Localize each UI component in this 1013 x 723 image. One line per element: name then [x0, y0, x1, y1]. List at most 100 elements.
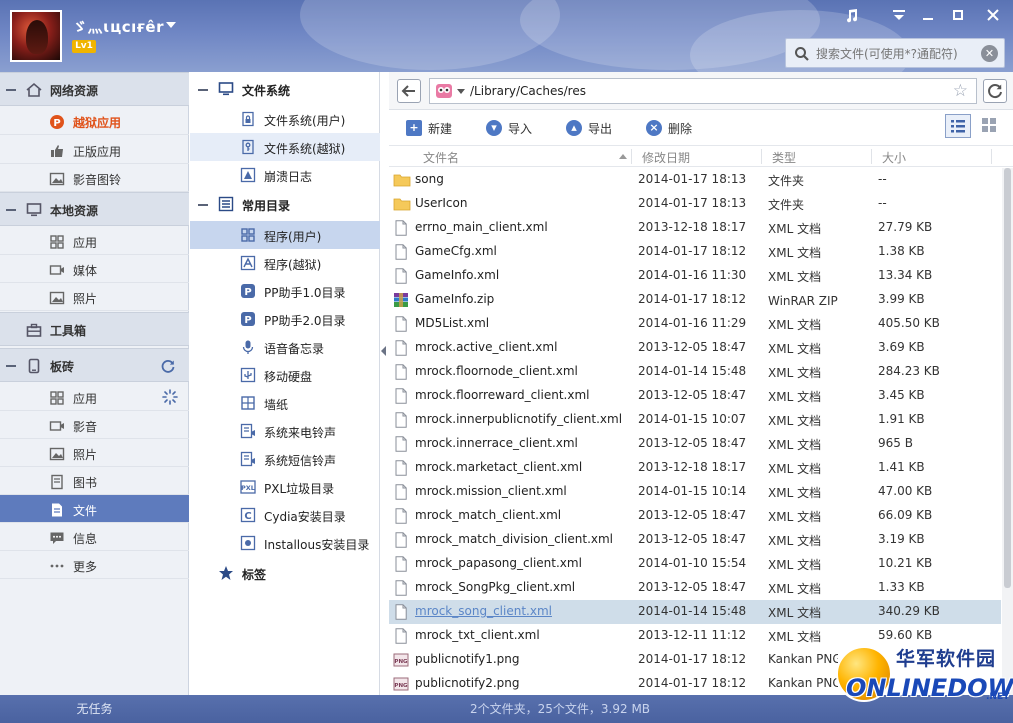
nav-section-network[interactable]: 网络资源: [0, 72, 189, 106]
tree-item-installous-dir[interactable]: Installous安装目录: [190, 529, 380, 557]
path-field[interactable]: /Library/Caches/res ☆: [429, 78, 977, 104]
file-row[interactable]: GameCfg.xml 2014-01-17 18:12 XML 文档 1.38…: [389, 240, 1001, 264]
file-row[interactable]: errno_main_client.xml 2013-12-18 18:17 X…: [389, 216, 1001, 240]
file-row-selected[interactable]: mrock_song_client.xml 2014-01-14 15:48 X…: [389, 600, 1001, 624]
sort-ascending-icon[interactable]: [619, 154, 627, 159]
new-button[interactable]: + 新建: [406, 118, 466, 138]
nav-item-local-apps[interactable]: 应用: [0, 227, 189, 255]
tree-item-portable-disk[interactable]: 移动硬盘: [190, 361, 380, 389]
search-input[interactable]: [816, 44, 976, 64]
file-row[interactable]: GameInfo.xml 2014-01-16 11:30 XML 文档 13.…: [389, 264, 1001, 288]
delete-button[interactable]: × 删除: [646, 118, 706, 138]
tree-item-programs-jailbreak[interactable]: 程序(越狱): [190, 249, 380, 277]
nav-section-device[interactable]: 板砖: [0, 348, 189, 382]
nav-section-local[interactable]: 本地资源: [0, 192, 189, 226]
user-menu-caret-icon[interactable]: [166, 22, 176, 28]
collapse-icon[interactable]: [198, 89, 208, 91]
file-row[interactable]: mrock.floornode_client.xml 2014-01-14 15…: [389, 360, 1001, 384]
avatar[interactable]: [10, 10, 62, 62]
column-separator[interactable]: [631, 149, 632, 164]
refresh-icon[interactable]: [160, 358, 176, 377]
nav-section-toolbox[interactable]: 工具箱: [0, 312, 189, 346]
file-row[interactable]: song 2014-01-17 18:13 文件夹 --: [389, 168, 1001, 192]
column-size[interactable]: 大小: [882, 149, 906, 166]
tree-item-cydia-dir[interactable]: C Cydia安装目录: [190, 501, 380, 529]
export-button[interactable]: ▴ 导出: [566, 118, 626, 138]
file-type: XML 文档: [768, 510, 822, 524]
file-row[interactable]: mrock_match_division_client.xml 2013-12-…: [389, 528, 1001, 552]
file-row[interactable]: MD5List.xml 2014-01-16 11:29 XML 文档 405.…: [389, 312, 1001, 336]
file-row[interactable]: mrock_papasong_client.xml 2014-01-10 15:…: [389, 552, 1001, 576]
music-icon[interactable]: [842, 8, 862, 28]
file-row[interactable]: mrock.innerrace_client.xml 2013-12-05 18…: [389, 432, 1001, 456]
file-size: 1.41 KB: [878, 460, 925, 474]
nav-item-device-books[interactable]: 图书: [0, 467, 189, 495]
tree-item-filesystem-user[interactable]: 文件系统(用户): [190, 105, 380, 133]
collapse-panel-icon[interactable]: [381, 346, 386, 356]
column-separator[interactable]: [991, 149, 992, 164]
file-row[interactable]: mrock_SongPkg_client.xml 2013-12-05 18:4…: [389, 576, 1001, 600]
minimize-icon[interactable]: [918, 8, 938, 28]
nav-item-official-apps[interactable]: 正版应用: [0, 136, 189, 164]
column-name[interactable]: 文件名: [423, 149, 459, 166]
back-button[interactable]: [397, 79, 421, 103]
collapse-icon[interactable]: [6, 365, 16, 367]
nav-item-device-apps[interactable]: 应用: [0, 383, 189, 411]
file-row[interactable]: UserIcon 2014-01-17 18:13 文件夹 --: [389, 192, 1001, 216]
file-row[interactable]: mrock.floorreward_client.xml 2013-12-05 …: [389, 384, 1001, 408]
favorite-star-icon[interactable]: ☆: [953, 81, 968, 101]
file-row[interactable]: mrock_match_client.xml 2013-12-05 18:47 …: [389, 504, 1001, 528]
menu-icon[interactable]: [889, 8, 909, 28]
search-clear-icon[interactable]: ✕: [981, 45, 998, 62]
nav-item-local-photos[interactable]: 照片: [0, 283, 189, 311]
tree-item-filesystem-jailbreak[interactable]: 文件系统(越狱): [190, 133, 380, 161]
vertical-scrollbar[interactable]: [1002, 168, 1013, 695]
refresh-button[interactable]: [983, 79, 1007, 103]
scrollbar-thumb[interactable]: [1004, 168, 1011, 588]
tree-item-crash-logs[interactable]: 崩溃日志: [190, 161, 380, 189]
column-separator[interactable]: [871, 149, 872, 164]
tree-item-programs-user[interactable]: 程序(用户): [190, 221, 380, 249]
device-dropdown-icon[interactable]: [457, 89, 465, 94]
device-icon[interactable]: [435, 83, 453, 102]
username[interactable]: ゞ灬ɩцсıғêr: [72, 16, 164, 37]
tree-item-sms-tones[interactable]: 系统短信铃声: [190, 445, 380, 473]
file-name: mrock.floorreward_client.xml: [415, 388, 590, 402]
tree-item-pxl-trash[interactable]: PXL PXL垃圾目录: [190, 473, 380, 501]
tree-item-voice-memos[interactable]: 语音备忘录: [190, 333, 380, 361]
list-view-button[interactable]: [945, 114, 971, 138]
file-row[interactable]: mrock.innerpublicnotify_client.xml 2014-…: [389, 408, 1001, 432]
close-icon[interactable]: [983, 8, 1003, 28]
nav-item-local-media[interactable]: 媒体: [0, 255, 189, 283]
tree-header-tags[interactable]: 标签: [190, 559, 380, 587]
column-separator[interactable]: [761, 149, 762, 164]
tree-header-filesystem[interactable]: 文件系统: [190, 75, 380, 103]
nav-item-device-photos[interactable]: 照片: [0, 439, 189, 467]
tree-item-ringtones[interactable]: 系统来电铃声: [190, 417, 380, 445]
file-row[interactable]: mrock.mission_client.xml 2014-01-15 10:1…: [389, 480, 1001, 504]
file-size: 405.50 KB: [878, 316, 940, 330]
file-row[interactable]: mrock.active_client.xml 2013-12-05 18:47…: [389, 336, 1001, 360]
file-row[interactable]: mrock.marketact_client.xml 2013-12-18 18…: [389, 456, 1001, 480]
task-status[interactable]: 无任务: [0, 695, 189, 723]
maximize-icon[interactable]: [948, 8, 968, 28]
file-row[interactable]: GameInfo.zip 2014-01-17 18:12 WinRAR ZIP…: [389, 288, 1001, 312]
nav-item-more[interactable]: 更多: [0, 551, 189, 579]
collapse-icon[interactable]: [198, 204, 208, 206]
tree-item-pp1-dir[interactable]: P PP助手1.0目录: [190, 277, 380, 305]
nav-section-label: 板砖: [50, 360, 75, 374]
nav-item-media-ringtones[interactable]: 影音图铃: [0, 164, 189, 192]
tree-item-pp2-dir[interactable]: P PP助手2.0目录: [190, 305, 380, 333]
nav-item-device-files[interactable]: 文件: [0, 495, 189, 523]
column-type[interactable]: 类型: [772, 149, 796, 166]
tree-item-wallpaper[interactable]: 墙纸: [190, 389, 380, 417]
nav-item-device-messages[interactable]: 信息: [0, 523, 189, 551]
tree-header-common[interactable]: 常用目录: [190, 190, 380, 218]
import-button[interactable]: ▾ 导入: [486, 118, 546, 138]
nav-item-device-media[interactable]: 影音: [0, 411, 189, 439]
column-date[interactable]: 修改日期: [642, 149, 690, 166]
grid-view-button[interactable]: [977, 114, 1003, 138]
collapse-icon[interactable]: [6, 89, 16, 91]
nav-item-jailbreak-apps[interactable]: P 越狱应用: [0, 107, 189, 135]
collapse-icon[interactable]: [6, 209, 16, 211]
